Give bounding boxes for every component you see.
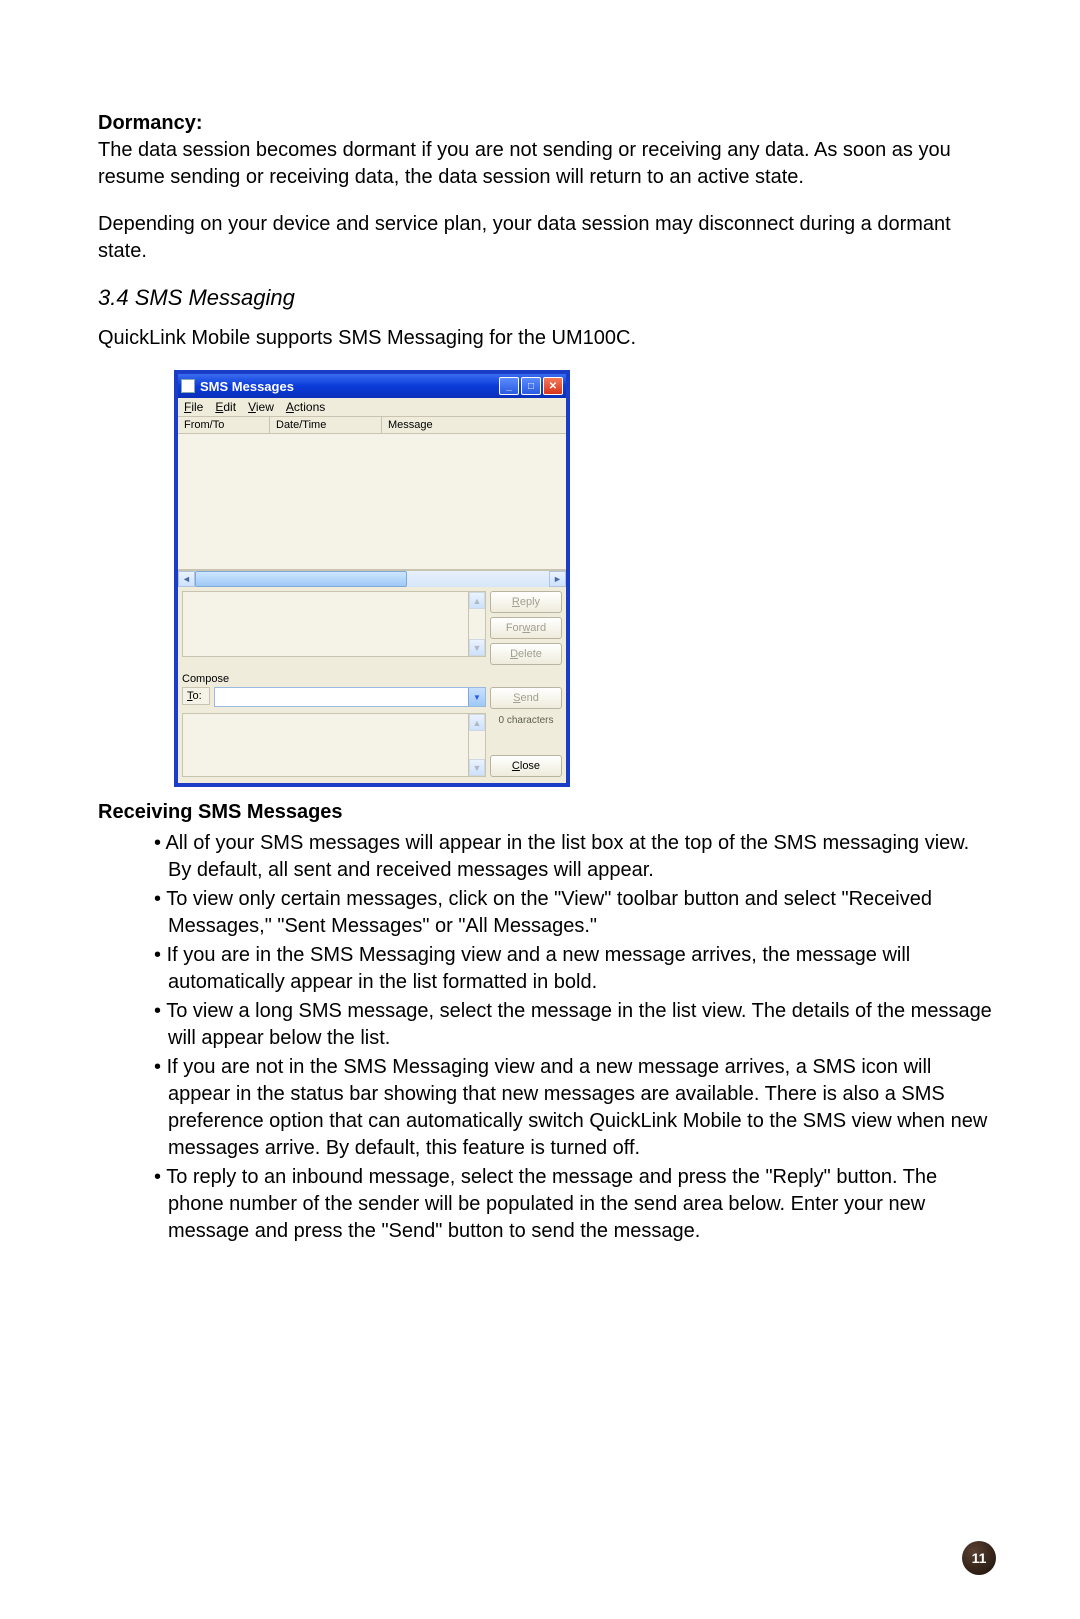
horizontal-scrollbar[interactable]: ◄ ► bbox=[178, 570, 566, 587]
sms-window: SMS Messages _ □ ✕ File Edit View Action… bbox=[174, 370, 570, 787]
send-button[interactable]: Send bbox=[490, 687, 562, 709]
to-input[interactable]: ▼ bbox=[214, 687, 486, 707]
maximize-button[interactable]: □ bbox=[521, 377, 541, 395]
menu-edit[interactable]: Edit bbox=[215, 400, 236, 414]
list-item: All of your SMS messages will appear in … bbox=[154, 830, 996, 884]
receiving-bullets: All of your SMS messages will appear in … bbox=[98, 830, 996, 1245]
menu-view[interactable]: View bbox=[248, 400, 274, 414]
side-buttons: Reply Forward Delete bbox=[490, 591, 562, 669]
menu-file[interactable]: File bbox=[184, 400, 203, 414]
message-list[interactable] bbox=[178, 434, 566, 570]
col-message[interactable]: Message bbox=[382, 417, 566, 433]
compose-body[interactable]: ▲ ▼ bbox=[182, 713, 486, 777]
vscroll-track bbox=[469, 609, 485, 639]
compose-vscroll[interactable]: ▲ ▼ bbox=[468, 714, 485, 776]
list-header: From/To Date/Time Message bbox=[178, 417, 566, 434]
titlebar: SMS Messages _ □ ✕ bbox=[178, 374, 566, 398]
section-heading: 3.4 SMS Messaging bbox=[98, 285, 996, 311]
list-item: To view a long SMS message, select the m… bbox=[154, 998, 996, 1052]
window-controls: _ □ ✕ bbox=[499, 377, 563, 395]
col-datetime[interactable]: Date/Time bbox=[270, 417, 382, 433]
receiving-heading: Receiving SMS Messages bbox=[98, 801, 996, 824]
close-button[interactable]: ✕ bbox=[543, 377, 563, 395]
to-label: To: bbox=[182, 687, 210, 705]
window-icon bbox=[181, 379, 195, 393]
preview-vscroll[interactable]: ▲ ▼ bbox=[468, 592, 485, 656]
scroll-track[interactable] bbox=[195, 571, 549, 587]
reply-button[interactable]: Reply bbox=[490, 591, 562, 613]
scroll-down-icon[interactable]: ▼ bbox=[469, 639, 485, 656]
scroll-down-icon[interactable]: ▼ bbox=[469, 759, 485, 776]
list-item: To reply to an inbound message, select t… bbox=[154, 1164, 996, 1245]
to-row: To: ▼ Send bbox=[182, 687, 562, 709]
dormancy-p2: Depending on your device and service pla… bbox=[98, 211, 996, 265]
scroll-right-icon[interactable]: ► bbox=[549, 571, 566, 587]
scroll-up-icon[interactable]: ▲ bbox=[469, 714, 485, 731]
col-fromto[interactable]: From/To bbox=[178, 417, 270, 433]
compose-body-row: ▲ ▼ 0 characters Close bbox=[182, 713, 562, 777]
message-preview[interactable]: ▲ ▼ bbox=[182, 591, 486, 657]
close-window-button[interactable]: Close bbox=[490, 755, 562, 777]
menu-actions[interactable]: Actions bbox=[286, 400, 325, 414]
preview-row: ▲ ▼ Reply Forward Delete bbox=[178, 587, 566, 669]
compose-section: Compose To: ▼ Send ▲ ▼ 0 characters Clos bbox=[178, 669, 566, 783]
dormancy-heading: Dormancy: bbox=[98, 110, 996, 137]
scroll-up-icon[interactable]: ▲ bbox=[469, 592, 485, 609]
page-number-badge: 11 bbox=[962, 1541, 996, 1575]
scroll-thumb[interactable] bbox=[195, 571, 407, 587]
list-item: If you are not in the SMS Messaging view… bbox=[154, 1054, 996, 1162]
dormancy-p1: The data session becomes dormant if you … bbox=[98, 137, 996, 191]
compose-label: Compose bbox=[182, 673, 562, 685]
intro-text: QuickLink Mobile supports SMS Messaging … bbox=[98, 327, 996, 350]
list-item: If you are in the SMS Messaging view and… bbox=[154, 942, 996, 996]
char-count: 0 characters bbox=[490, 715, 562, 726]
delete-button[interactable]: Delete bbox=[490, 643, 562, 665]
vscroll-track bbox=[469, 731, 485, 759]
menubar: File Edit View Actions bbox=[178, 398, 566, 417]
forward-button[interactable]: Forward bbox=[490, 617, 562, 639]
scroll-left-icon[interactable]: ◄ bbox=[178, 571, 195, 587]
window-title: SMS Messages bbox=[200, 379, 499, 394]
minimize-button[interactable]: _ bbox=[499, 377, 519, 395]
dropdown-icon[interactable]: ▼ bbox=[468, 688, 485, 706]
list-item: To view only certain messages, click on … bbox=[154, 886, 996, 940]
